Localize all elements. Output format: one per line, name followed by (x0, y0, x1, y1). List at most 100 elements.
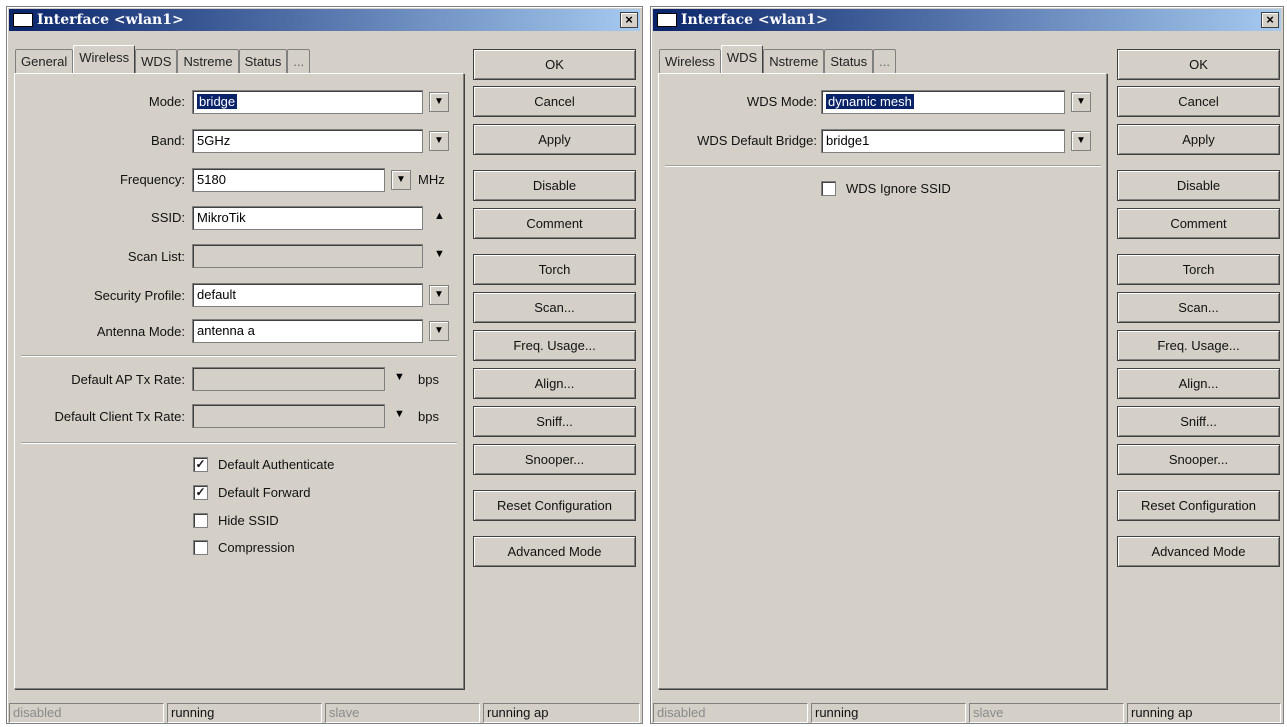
checkbox-unchecked-icon[interactable] (821, 181, 836, 196)
cancel-button[interactable]: Cancel (473, 86, 636, 117)
window-title: Interface <wlan1> (37, 12, 184, 28)
wds-default-bridge-dropdown-icon[interactable]: ▼ (1071, 131, 1091, 151)
expand-down-icon[interactable]: ▼ (394, 408, 405, 420)
apply-button[interactable]: Apply (473, 124, 636, 155)
advanced-mode-button[interactable]: Advanced Mode (1117, 536, 1280, 567)
tab-status[interactable]: Status (824, 49, 874, 73)
status-running: running (811, 703, 966, 723)
status-disabled: disabled (653, 703, 808, 723)
ok-button[interactable]: OK (473, 49, 636, 80)
window-title: Interface <wlan1> (681, 12, 828, 28)
wds-ignore-ssid-checkbox[interactable]: WDS Ignore SSID (821, 181, 951, 196)
interface-window-left: Interface <wlan1> × General Wireless WDS… (6, 6, 643, 724)
cancel-button[interactable]: Cancel (1117, 86, 1280, 117)
security-profile-label: Security Profile: (93, 288, 185, 303)
mode-label: Mode: (148, 94, 185, 109)
snooper-button[interactable]: Snooper... (1117, 444, 1280, 475)
torch-button[interactable]: Torch (473, 254, 636, 285)
title-bar[interactable]: Interface <wlan1> × (9, 9, 640, 31)
mode-select[interactable]: bridge (192, 90, 423, 114)
frequency-select[interactable]: 5180 (192, 168, 385, 192)
comment-button[interactable]: Comment (473, 208, 636, 239)
freq-usage-button[interactable]: Freq. Usage... (1117, 330, 1280, 361)
align-button[interactable]: Align... (1117, 368, 1280, 399)
status-slave: slave (969, 703, 1124, 723)
band-select[interactable]: 5GHz (192, 129, 423, 153)
title-bar[interactable]: Interface <wlan1> × (653, 9, 1281, 31)
separator (665, 165, 1101, 167)
default-authenticate-checkbox[interactable]: ✓ Default Authenticate (193, 457, 334, 472)
collapse-up-icon[interactable]: ▲ (434, 210, 445, 222)
frequency-label: Frequency: (119, 172, 185, 187)
mode-dropdown-icon[interactable]: ▼ (429, 92, 449, 112)
default-ap-tx-rate-field[interactable] (192, 367, 385, 391)
status-running-ap: running ap (1127, 703, 1281, 723)
tab-status[interactable]: Status (238, 49, 288, 73)
checkbox-checked-icon[interactable]: ✓ (193, 485, 208, 500)
close-button[interactable]: × (620, 12, 638, 28)
scan-button[interactable]: Scan... (1117, 292, 1280, 323)
wds-mode-select[interactable]: dynamic mesh (821, 90, 1065, 114)
antenna-mode-dropdown-icon[interactable]: ▼ (429, 321, 449, 341)
tab-wireless[interactable]: Wireless (659, 49, 721, 73)
sniff-button[interactable]: Sniff... (1117, 406, 1280, 437)
tab-nstreme[interactable]: Nstreme (177, 49, 239, 73)
disable-button[interactable]: Disable (473, 170, 636, 201)
checkbox-unchecked-icon[interactable] (193, 513, 208, 528)
default-client-tx-rate-field[interactable] (192, 404, 385, 428)
tab-wireless[interactable]: Wireless (73, 45, 136, 73)
wds-mode-label: WDS Mode: (746, 94, 817, 109)
wds-default-bridge-select[interactable]: bridge1 (821, 129, 1065, 153)
apply-button[interactable]: Apply (1117, 124, 1280, 155)
frequency-unit: MHz (418, 172, 445, 187)
disable-button[interactable]: Disable (1117, 170, 1280, 201)
ap-tx-rate-unit: bps (418, 372, 439, 387)
wds-mode-dropdown-icon[interactable]: ▼ (1071, 92, 1091, 112)
ok-button[interactable]: OK (1117, 49, 1280, 80)
interface-window-right: Interface <wlan1> × Wireless WDS Nstreme… (650, 6, 1284, 724)
separator (21, 442, 457, 444)
security-profile-select[interactable]: default (192, 283, 423, 307)
status-slave: slave (325, 703, 480, 723)
expand-down-icon[interactable]: ▼ (434, 248, 445, 260)
client-tx-rate-unit: bps (418, 409, 439, 424)
status-running: running (167, 703, 322, 723)
tab-more[interactable]: ... (873, 49, 897, 73)
scan-list-field[interactable] (192, 244, 423, 268)
default-forward-checkbox[interactable]: ✓ Default Forward (193, 485, 310, 500)
freq-usage-button[interactable]: Freq. Usage... (473, 330, 636, 361)
status-running-ap: running ap (483, 703, 640, 723)
ssid-field[interactable]: MikroTik (192, 206, 423, 230)
tab-wds[interactable]: WDS (720, 45, 764, 73)
expand-down-icon[interactable]: ▼ (394, 371, 405, 383)
band-label: Band: (151, 133, 185, 148)
torch-button[interactable]: Torch (1117, 254, 1280, 285)
tab-more[interactable]: ... (287, 49, 311, 73)
tab-general[interactable]: General (15, 49, 74, 73)
comment-button[interactable]: Comment (1117, 208, 1280, 239)
scan-button[interactable]: Scan... (473, 292, 636, 323)
checkbox-checked-icon[interactable]: ✓ (193, 457, 208, 472)
security-profile-dropdown-icon[interactable]: ▼ (429, 285, 449, 305)
tab-bar: General Wireless WDS Nstreme Status ... (15, 45, 311, 73)
checkbox-label: Default Forward (218, 485, 311, 500)
reset-configuration-button[interactable]: Reset Configuration (473, 490, 636, 521)
checkbox-label: Compression (218, 540, 295, 555)
compression-checkbox[interactable]: Compression (193, 540, 295, 555)
sniff-button[interactable]: Sniff... (473, 406, 636, 437)
band-dropdown-icon[interactable]: ▼ (429, 131, 449, 151)
align-button[interactable]: Align... (473, 368, 636, 399)
close-button[interactable]: × (1261, 12, 1279, 28)
tab-wds[interactable]: WDS (135, 49, 178, 73)
default-client-tx-rate-label: Default Client Tx Rate: (54, 409, 185, 424)
hide-ssid-checkbox[interactable]: Hide SSID (193, 513, 279, 528)
snooper-button[interactable]: Snooper... (473, 444, 636, 475)
antenna-mode-select[interactable]: antenna a (192, 319, 423, 343)
antenna-mode-label: Antenna Mode: (96, 324, 185, 339)
tab-nstreme[interactable]: Nstreme (763, 49, 825, 73)
advanced-mode-button[interactable]: Advanced Mode (473, 536, 636, 567)
scan-list-label: Scan List: (127, 249, 185, 264)
reset-configuration-button[interactable]: Reset Configuration (1117, 490, 1280, 521)
frequency-dropdown-icon[interactable]: ▼ (391, 170, 411, 190)
checkbox-unchecked-icon[interactable] (193, 540, 208, 555)
